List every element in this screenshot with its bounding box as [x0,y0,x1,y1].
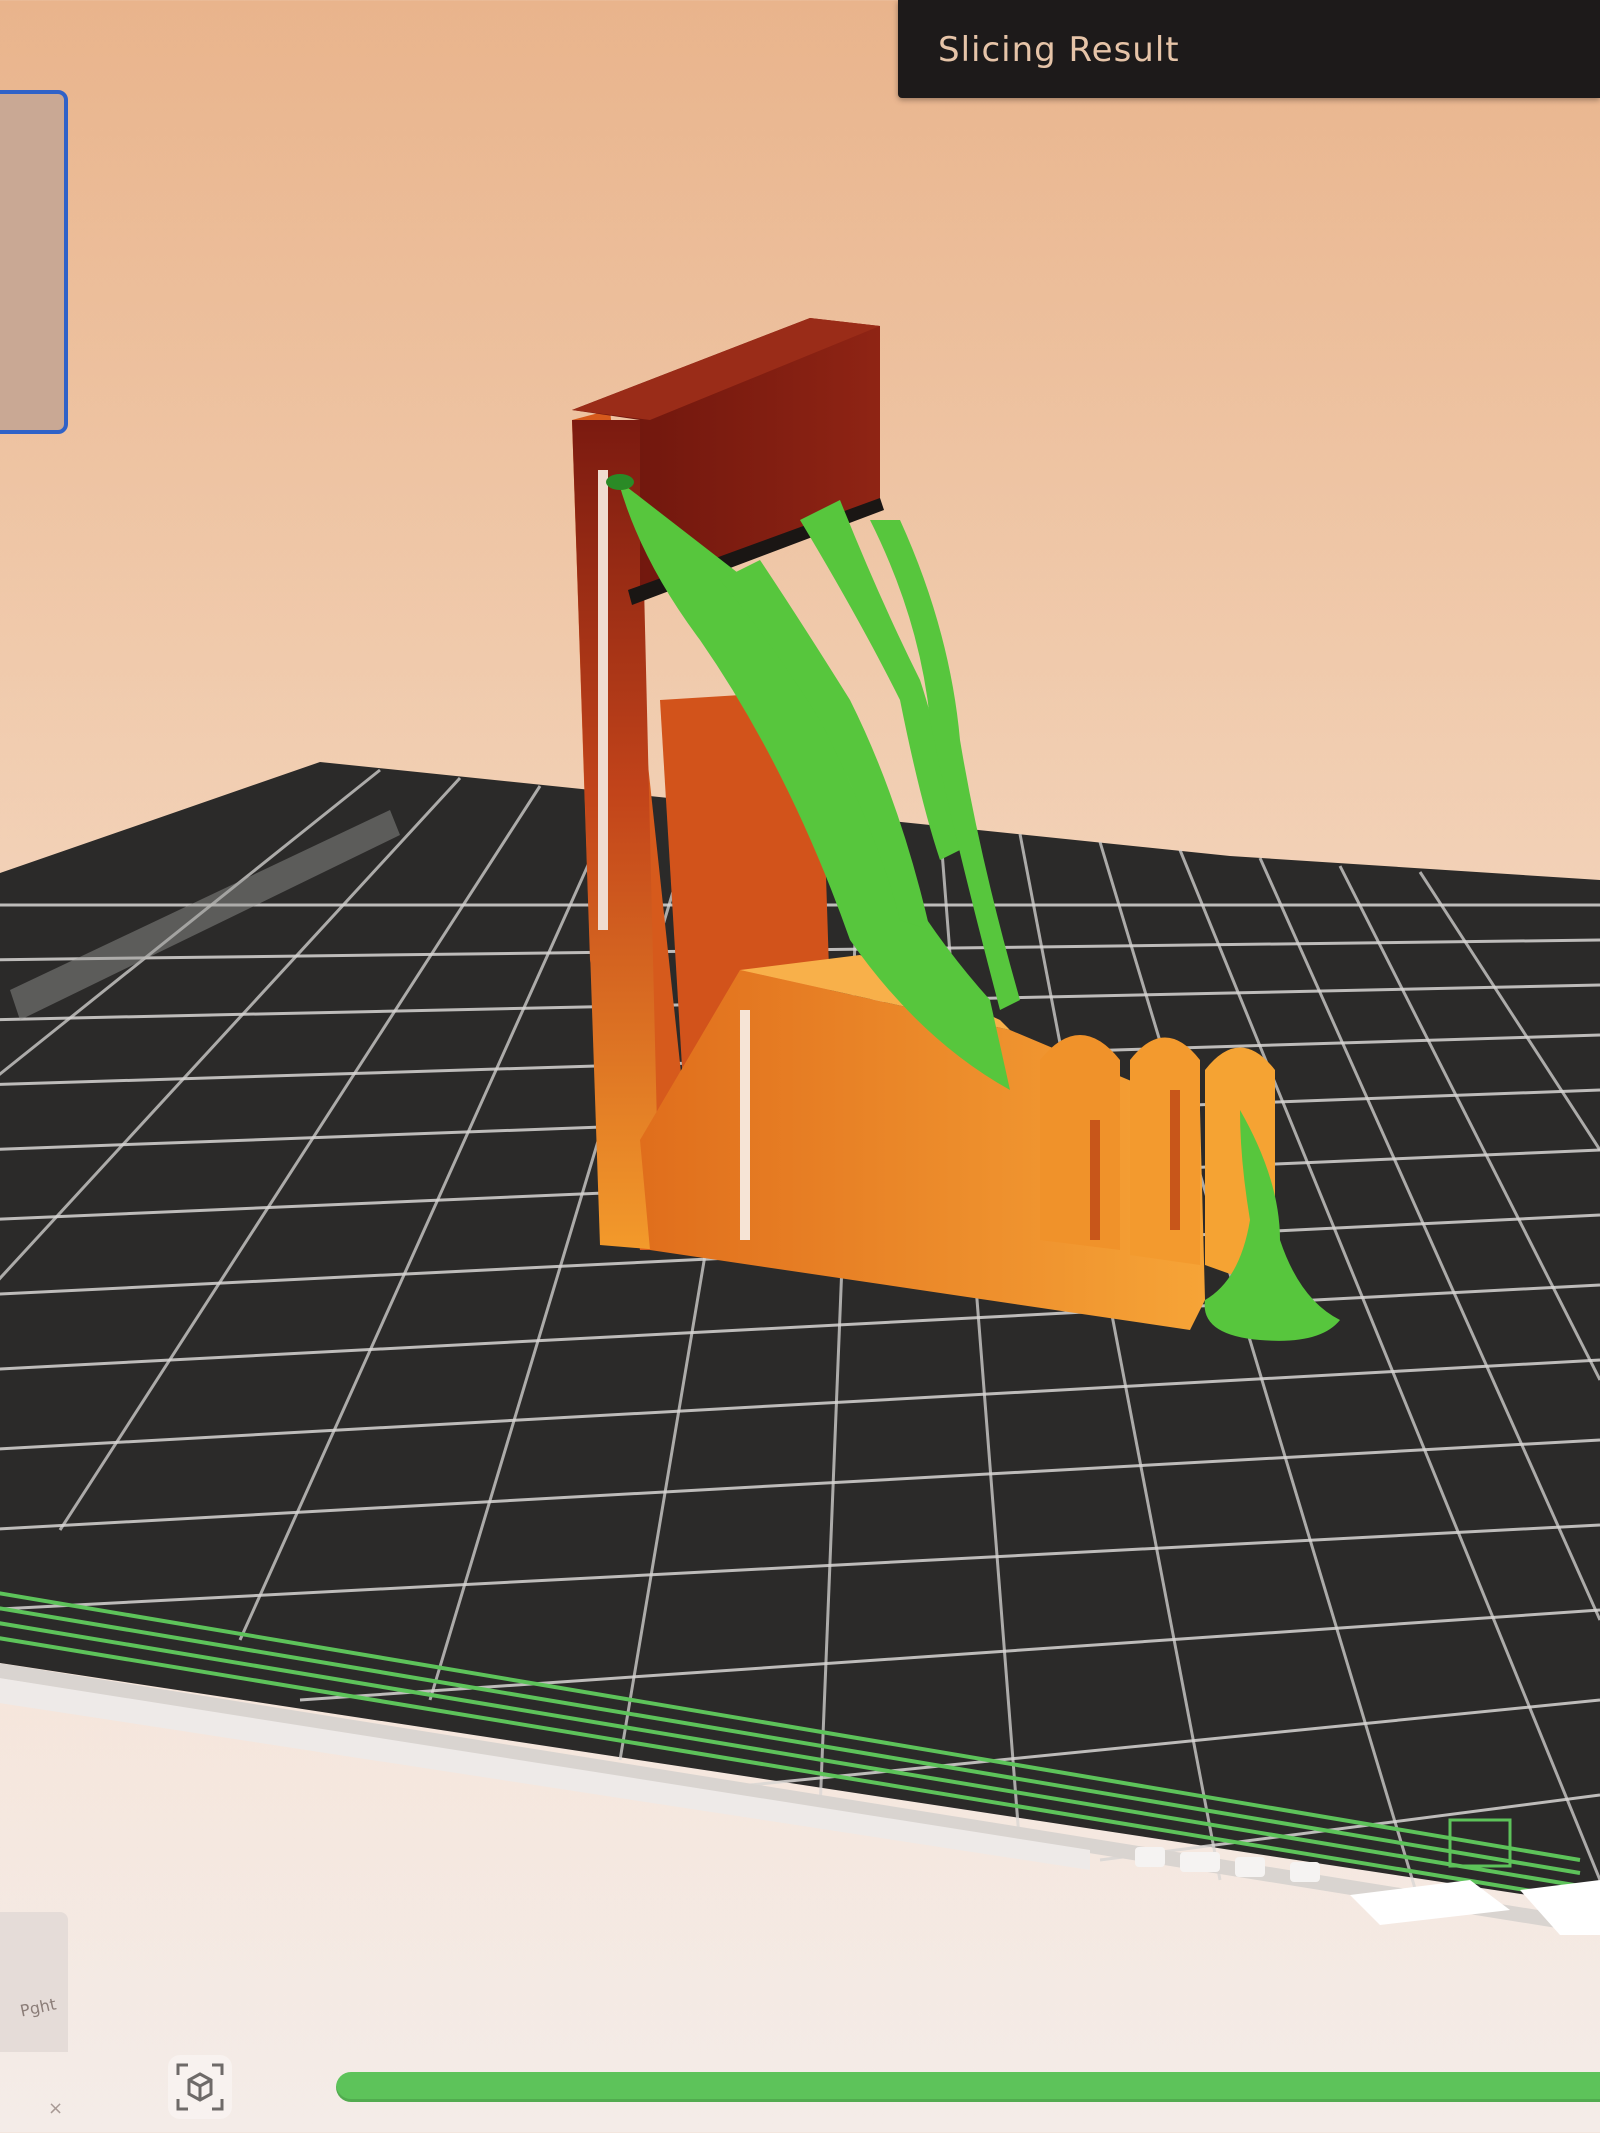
sliced-model[interactable] [572,318,1275,1330]
view-cube-button[interactable] [168,2055,232,2119]
3d-viewport[interactable] [0,0,1600,2133]
slicing-result-panel[interactable]: Slicing Result [898,0,1600,98]
model-lug-2 [1130,1037,1200,1265]
layer-slider[interactable] [336,2072,1600,2102]
model-lug-1 [1040,1035,1120,1250]
cube-view-icon [176,2063,224,2111]
corner-panel[interactable] [0,1912,68,2052]
close-icon[interactable]: × [48,2098,63,2119]
left-side-panel[interactable] [0,90,68,434]
slicing-result-title: Slicing Result [938,30,1180,70]
